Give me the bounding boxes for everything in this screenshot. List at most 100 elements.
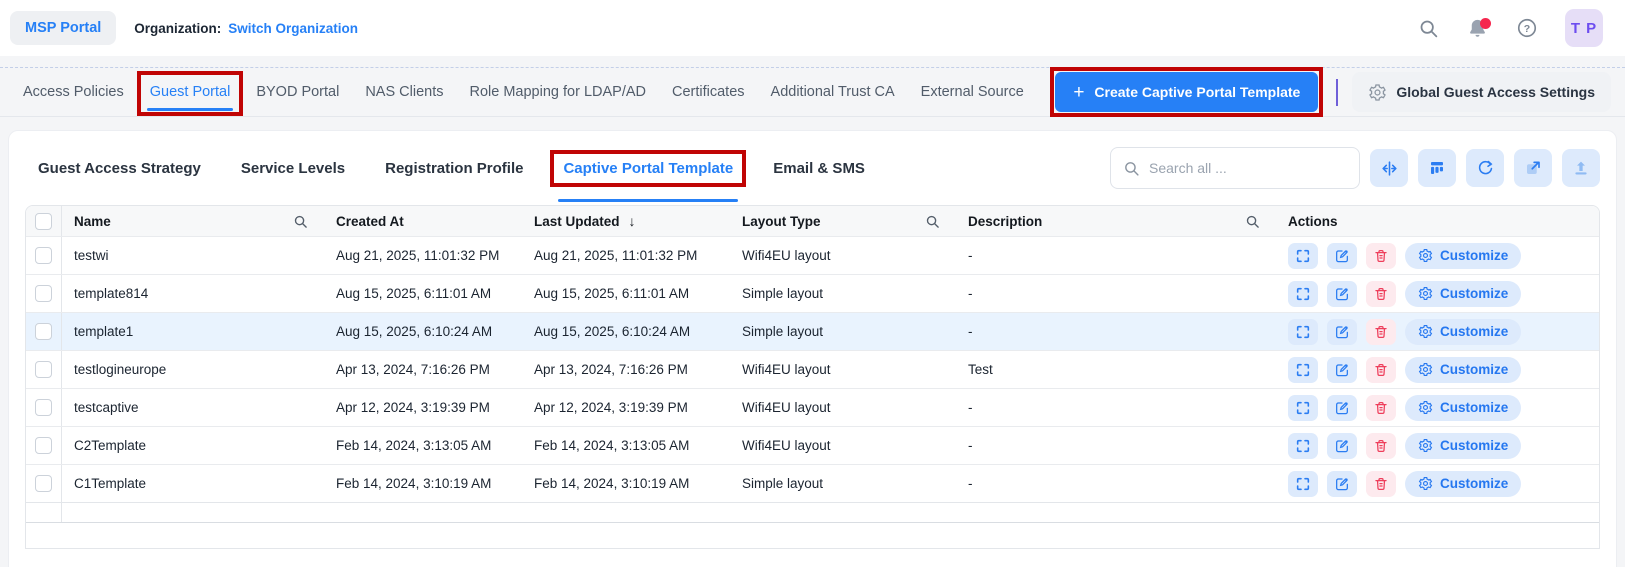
customize-button[interactable]: Customize [1405,318,1522,345]
column-header-name[interactable]: Name [62,206,324,236]
tab-external-source[interactable]: External Source [921,68,1024,116]
tab-additional-trust-ca[interactable]: Additional Trust CA [771,68,895,116]
create-captive-portal-template-button[interactable]: + Create Captive Portal Template [1050,67,1324,117]
cell-actions: Customize [1276,389,1599,426]
preview-fullscreen-button[interactable] [1288,356,1318,383]
cell-layout-type: Simple layout [742,476,824,491]
column-header-layout-type[interactable]: Layout Type [730,206,956,236]
edit-button[interactable] [1327,280,1357,307]
row-checkbox[interactable] [35,361,52,378]
column-header-created-at[interactable]: Created At [324,206,522,236]
edit-button[interactable] [1327,470,1357,497]
cell-created-at: Apr 12, 2024, 3:19:39 PM [336,400,490,415]
customize-button[interactable]: Customize [1405,470,1522,497]
sub-tab-toolbar: Guest Access Strategy Service Levels Reg… [9,131,1616,205]
cell-layout-type: Simple layout [742,324,824,339]
export-upload-button[interactable] [1562,149,1600,187]
delete-button[interactable] [1366,280,1396,307]
cell-layout-type: Wifi4EU layout [742,400,831,415]
preview-fullscreen-button[interactable] [1288,242,1318,269]
gear-icon [1418,324,1433,339]
delete-button[interactable] [1366,242,1396,269]
tabstrip-actions: + Create Captive Portal Template Global … [1050,67,1625,117]
notifications-bell-icon[interactable] [1466,17,1491,40]
row-checkbox[interactable] [35,247,52,264]
search-all-input[interactable] [1149,160,1347,176]
tab-byod-portal[interactable]: BYOD Portal [256,68,339,116]
preview-fullscreen-button[interactable] [1288,280,1318,307]
sort-descending-icon[interactable]: ↓ [629,213,636,229]
cell-last-updated: Apr 13, 2024, 7:16:26 PM [534,362,688,377]
row-checkbox[interactable] [35,399,52,416]
cell-name: testlogineurope [74,362,167,377]
table-row-selected: template1 Aug 15, 2025, 6:10:24 AM Aug 1… [26,312,1599,350]
row-checkbox[interactable] [35,437,52,454]
row-checkbox[interactable] [35,323,52,340]
open-external-button[interactable] [1514,149,1552,187]
column-header-last-updated[interactable]: Last Updated ↓ [522,206,730,236]
cell-actions: Customize [1276,351,1599,388]
user-avatar[interactable]: T P [1565,9,1603,47]
subtab-email-sms[interactable]: Email & SMS [760,131,878,205]
preview-fullscreen-button[interactable] [1288,470,1318,497]
subtab-registration-profile[interactable]: Registration Profile [372,131,536,205]
gear-icon [1418,248,1433,263]
global-guest-access-settings-button[interactable]: Global Guest Access Settings [1352,72,1611,112]
edit-button[interactable] [1327,318,1357,345]
search-icon[interactable] [1418,18,1439,39]
delete-button[interactable] [1366,318,1396,345]
edit-button[interactable] [1327,432,1357,459]
subtab-captive-portal-template[interactable]: Captive Portal Template [550,131,747,205]
delete-button[interactable] [1366,356,1396,383]
subtab-service-levels[interactable]: Service Levels [228,131,358,205]
cell-last-updated: Feb 14, 2024, 3:13:05 AM [534,438,690,453]
top-bar: MSP Portal Organization: Switch Organiza… [0,0,1625,56]
refresh-button[interactable] [1466,149,1504,187]
cell-last-updated: Apr 12, 2024, 3:19:39 PM [534,400,688,415]
preview-fullscreen-button[interactable] [1288,394,1318,421]
tab-role-mapping-ldap-ad[interactable]: Role Mapping for LDAP/AD [470,68,647,116]
gear-icon [1368,83,1387,102]
select-all-checkbox[interactable] [35,212,52,230]
cell-actions: Customize [1276,427,1599,464]
customize-button[interactable]: Customize [1405,280,1522,307]
switch-organization-link[interactable]: Switch Organization [228,21,358,36]
edit-button[interactable] [1327,242,1357,269]
topbar-actions: ? T P [1418,9,1603,47]
tab-certificates[interactable]: Certificates [672,68,745,116]
tab-access-policies[interactable]: Access Policies [23,68,124,116]
cell-last-updated: Feb 14, 2024, 3:10:19 AM [534,476,690,491]
preview-fullscreen-button[interactable] [1288,432,1318,459]
column-search-icon[interactable] [1245,214,1260,229]
preview-fullscreen-button[interactable] [1288,318,1318,345]
customize-button[interactable]: Customize [1405,432,1522,459]
cell-description: Test [968,362,993,377]
customize-button[interactable]: Customize [1405,394,1522,421]
column-search-icon[interactable] [925,214,940,229]
tab-nas-clients[interactable]: NAS Clients [365,68,443,116]
edit-button[interactable] [1327,394,1357,421]
cell-description: - [968,324,973,339]
delete-button[interactable] [1366,394,1396,421]
edit-button[interactable] [1327,356,1357,383]
search-icon [1123,160,1140,177]
msp-portal-button[interactable]: MSP Portal [10,11,117,45]
subtab-guest-access-strategy[interactable]: Guest Access Strategy [25,131,214,205]
row-checkbox[interactable] [35,285,52,302]
table-row: C2Template Feb 14, 2024, 3:13:05 AM Feb … [26,426,1599,464]
row-checkbox[interactable] [35,475,52,492]
customize-button[interactable]: Customize [1405,356,1522,383]
table-toolbar [1110,147,1600,189]
column-resize-button[interactable] [1370,149,1408,187]
delete-button[interactable] [1366,470,1396,497]
delete-button[interactable] [1366,432,1396,459]
column-search-icon[interactable] [293,214,308,229]
column-header-description[interactable]: Description [956,206,1276,236]
cell-created-at: Aug 21, 2025, 11:01:32 PM [336,248,500,263]
columns-button[interactable] [1418,149,1456,187]
tab-guest-portal[interactable]: Guest Portal [136,68,243,116]
cell-name: testcaptive [74,400,139,415]
customize-button[interactable]: Customize [1405,242,1522,269]
help-icon[interactable]: ? [1516,17,1538,39]
cell-description: - [968,286,973,301]
